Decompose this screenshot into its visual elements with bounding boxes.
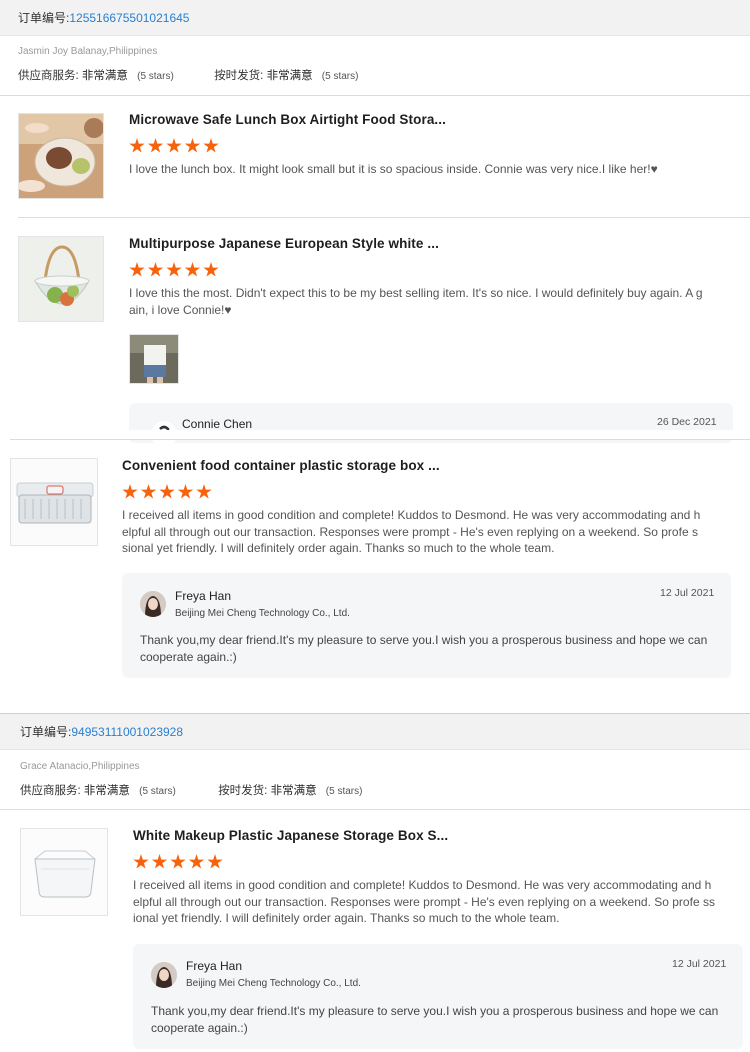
reply-date: 12 Jul 2021 (660, 587, 715, 599)
shipping-rating-value: 非常满意 (270, 785, 317, 797)
order-number[interactable]: 94953111001023928 (71, 725, 183, 739)
service-rating-label: 供应商服务: (18, 70, 79, 82)
product-thumbnail[interactable] (10, 458, 98, 546)
star-icon (203, 262, 219, 277)
star-icon (170, 854, 186, 869)
star-icon (122, 484, 138, 499)
seller-ratings: 供应商服务: 非常满意 (5 stars) 按时发货: 非常满意 (5 star… (18, 67, 358, 83)
service-rating-stars: (5 stars) (137, 71, 174, 82)
review-photo[interactable] (129, 334, 179, 384)
seller-avatar (140, 591, 166, 617)
rating-stars (129, 262, 219, 278)
product-title[interactable]: White Makeup Plastic Japanese Storage Bo… (133, 828, 448, 843)
service-rating-value: 非常满意 (83, 785, 130, 797)
shipping-rating-stars: (5 stars) (325, 786, 363, 797)
star-icon (184, 262, 201, 277)
review-text: I received all items in good condition a… (133, 878, 715, 925)
seller-reply: Freya Han Beijing Mei Cheng Technology C… (133, 944, 743, 1049)
star-icon (196, 484, 212, 499)
buyer-name: Grace Atanacio,Philippines (20, 761, 140, 772)
star-icon (147, 262, 164, 277)
star-icon (140, 484, 157, 499)
seller-company: Beijing Mei Cheng Technology Co., Ltd. (186, 978, 361, 989)
seller-ratings: 供应商服务: 非常满意 (5 stars) 按时发货: 非常满意 (5 star… (20, 782, 362, 798)
seller-name: Connie Chen (182, 417, 253, 431)
star-icon (166, 138, 182, 153)
star-icon (129, 262, 145, 277)
star-icon (166, 262, 182, 277)
star-icon (159, 484, 175, 499)
product-title[interactable]: Microwave Safe Lunch Box Airtight Food S… (129, 112, 446, 127)
shipping-rating-stars: (5 stars) (321, 71, 359, 82)
divider (0, 95, 750, 96)
product-title[interactable]: Convenient food container plastic storag… (122, 458, 440, 473)
star-icon (203, 138, 219, 153)
product-thumbnail[interactable] (18, 236, 104, 322)
reply-date: 12 Jul 2021 (672, 958, 727, 970)
order-header: 订单编号: 125516675501021645 (0, 0, 750, 36)
product-thumbnail[interactable] (18, 113, 104, 199)
reply-text: Thank you,my dear friend.It's my pleasur… (151, 1004, 719, 1035)
star-icon (147, 138, 164, 153)
seller-avatar (151, 962, 177, 988)
seller-company: Beijing Mei Cheng Technology Co., Ltd. (175, 608, 350, 619)
review-text: I received all items in good condition a… (122, 508, 701, 555)
divider (10, 439, 750, 440)
buyer-name: Jasmin Joy Balanay,Philippines (18, 46, 158, 57)
star-icon (207, 854, 223, 869)
seller-name: Freya Han (186, 959, 243, 973)
order-header: 订单编号: 94953111001023928 (0, 714, 750, 750)
service-rating-stars: (5 stars) (139, 786, 176, 797)
seller-name: Freya Han (175, 589, 232, 603)
order-number-label: 订单编号: (18, 11, 70, 25)
shipping-rating-value: 非常满意 (266, 70, 313, 82)
order-number-label: 订单编号: (20, 725, 72, 739)
shipping-rating-label: 按时发货: (218, 785, 268, 797)
reply-date: 26 Dec 2021 (657, 416, 717, 428)
star-icon (151, 854, 168, 869)
star-icon (177, 484, 194, 499)
review-text: I love the lunch box. It might look smal… (129, 162, 658, 176)
star-icon (133, 854, 149, 869)
rating-stars (133, 854, 223, 870)
product-thumbnail[interactable] (20, 828, 108, 916)
star-icon (129, 138, 145, 153)
star-icon (184, 138, 201, 153)
rating-stars (129, 138, 219, 154)
order-number[interactable]: 125516675501021645 (69, 11, 189, 25)
reply-text: Thank you,my dear friend.It's my pleasur… (140, 633, 708, 664)
seller-reply: Freya Han Beijing Mei Cheng Technology C… (122, 573, 731, 678)
divider (18, 217, 750, 218)
review-text: I love this the most. Didn't expect this… (129, 286, 703, 317)
star-icon (188, 854, 205, 869)
shipping-rating-label: 按时发货: (214, 70, 264, 82)
product-title[interactable]: Multipurpose Japanese European Style whi… (129, 236, 439, 251)
divider (0, 809, 750, 810)
rating-stars (122, 484, 212, 500)
service-rating-label: 供应商服务: (20, 785, 81, 797)
service-rating-value: 非常满意 (81, 70, 128, 82)
